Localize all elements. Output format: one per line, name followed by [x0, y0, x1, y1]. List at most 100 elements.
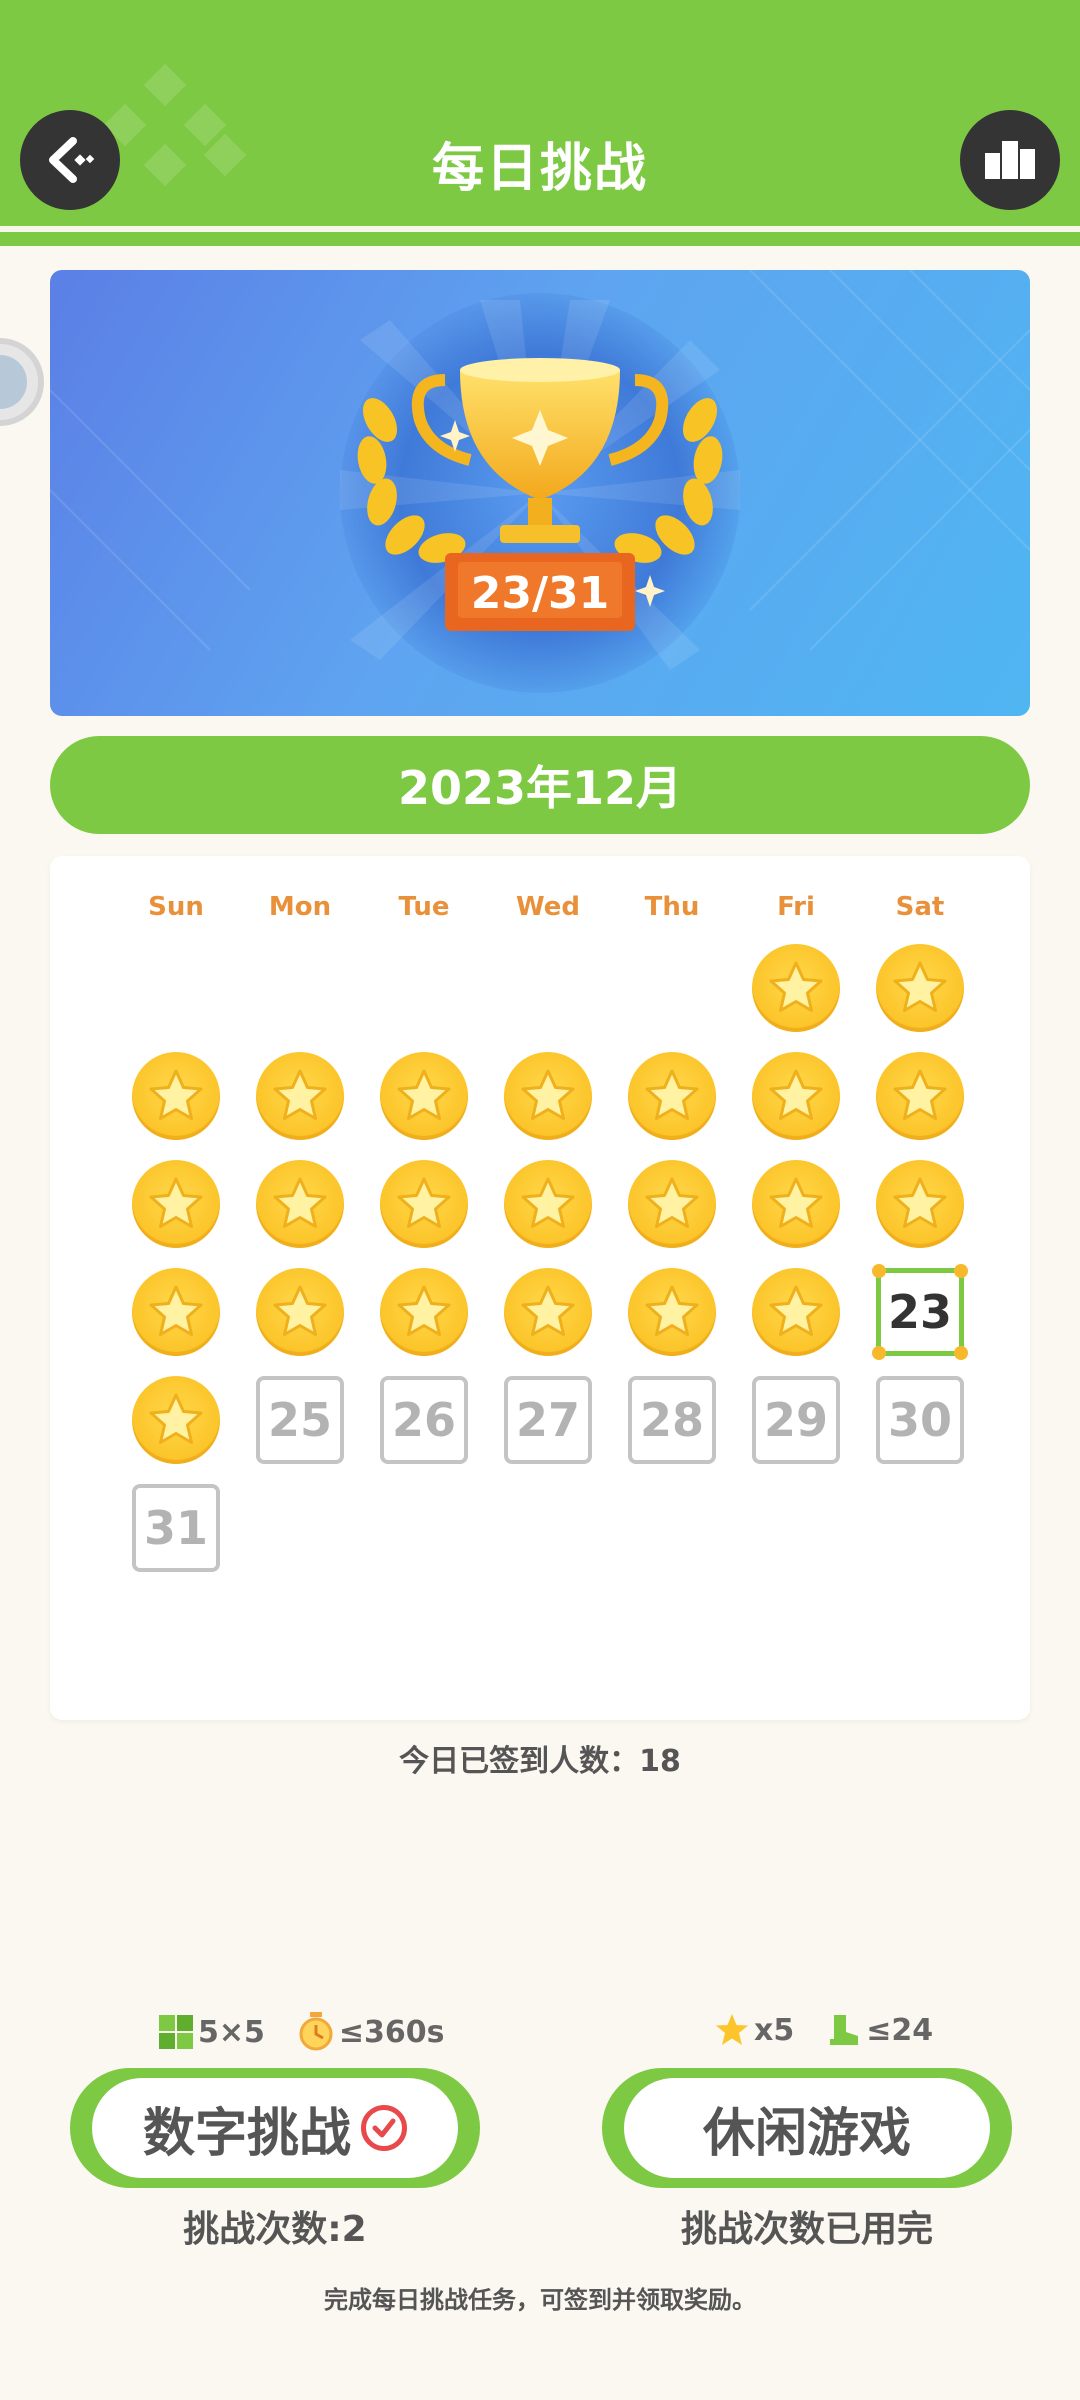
weekday-mon: Mon — [268, 892, 332, 922]
banner-art: 23/31 — [50, 270, 1030, 693]
calendar-day-21[interactable] — [628, 1268, 716, 1356]
weekday-thu: Thu — [644, 892, 700, 922]
star-coin-icon — [132, 1268, 220, 1356]
casual-game-label: 休闲游戏 — [702, 2103, 911, 2164]
day-number: 29 — [752, 1376, 840, 1464]
weekday-wed: Wed — [516, 892, 580, 922]
calendar-day-4[interactable] — [256, 1052, 344, 1140]
star-coin-icon — [504, 1160, 592, 1248]
star-coin-icon — [504, 1268, 592, 1356]
weekday-fri: Fri — [777, 892, 815, 922]
calendar-grid: Sun Mon Tue Wed Thu Fri Sat 23 25 26 27 28 29 30 31 — [50, 856, 1030, 1720]
check-circle-icon — [361, 2105, 407, 2151]
star-coin-icon — [132, 1376, 220, 1464]
star-coin-icon — [876, 1052, 964, 1140]
star-coin-icon — [256, 1052, 344, 1140]
calendar-day-28[interactable]: 28 — [628, 1376, 716, 1464]
month-label: 2023年12月 — [50, 736, 1030, 834]
steps-limit-text: ≤24 — [866, 2012, 934, 2048]
calendar-day-23[interactable]: 23 — [872, 1264, 968, 1360]
grid-icon — [159, 2015, 193, 2049]
calendar-day-9[interactable] — [876, 1052, 964, 1140]
calendar-day-25[interactable]: 25 — [256, 1376, 344, 1464]
calendar-day-11[interactable] — [256, 1160, 344, 1248]
floating-sleep-button[interactable] — [0, 338, 44, 426]
calendar-day-13[interactable] — [504, 1160, 592, 1248]
day-number: 25 — [256, 1376, 344, 1464]
star-count-text: x5 — [754, 2012, 795, 2048]
calendar-day-14[interactable] — [628, 1160, 716, 1248]
calendar-day-12[interactable] — [380, 1160, 468, 1248]
calendar-day-8[interactable] — [752, 1052, 840, 1140]
digit-challenge-button[interactable]: 数字挑战 — [70, 2068, 480, 2188]
star-coin-icon — [628, 1268, 716, 1356]
header-bar — [0, 0, 1080, 238]
day-number: 30 — [876, 1376, 964, 1464]
star-coin-icon — [380, 1160, 468, 1248]
weekday-tue: Tue — [398, 892, 450, 922]
trophy-banner: 23/31 — [50, 270, 1030, 716]
calendar-day-24[interactable] — [132, 1376, 220, 1464]
calendar-day-2[interactable] — [876, 944, 964, 1032]
star-icon — [716, 2014, 748, 2045]
calendar-day-31[interactable]: 31 — [132, 1484, 220, 1572]
star-coin-icon — [380, 1052, 468, 1140]
challenge-requirements-casual: x5 ≤24 — [714, 2012, 959, 2048]
leaderboard-button[interactable] — [960, 110, 1060, 210]
star-coin-icon — [504, 1052, 592, 1140]
calendar-day-15[interactable] — [752, 1160, 840, 1248]
day-number: 27 — [504, 1376, 592, 1464]
digit-attempts-text: 挑战次数:2 — [183, 2209, 367, 2250]
calendar-day-7[interactable] — [628, 1052, 716, 1140]
boot-icon — [830, 2015, 859, 2045]
weekday-sun: Sun — [148, 892, 204, 922]
star-coin-icon — [752, 944, 840, 1032]
zz-icon — [0, 355, 27, 409]
star-coin-icon — [752, 1268, 840, 1356]
calendar-day-10[interactable] — [132, 1160, 220, 1248]
calendar-day-5[interactable] — [380, 1052, 468, 1140]
podium-icon — [985, 141, 1035, 179]
decor-pattern — [143, 63, 187, 107]
calendar-day-18[interactable] — [256, 1268, 344, 1356]
star-coin-icon — [752, 1052, 840, 1140]
challenge-requirements-digit: 5×5 ≤360s — [158, 2012, 471, 2052]
star-coin-icon — [876, 1160, 964, 1248]
timer-icon — [299, 2012, 333, 2051]
calendar-day-16[interactable] — [876, 1160, 964, 1248]
calendar-day-27[interactable]: 27 — [504, 1376, 592, 1464]
star-coin-icon — [752, 1160, 840, 1248]
today-marker: 23 — [872, 1264, 968, 1360]
star-coin-icon — [256, 1160, 344, 1248]
calendar-day-19[interactable] — [380, 1268, 468, 1356]
calendar-day-26[interactable]: 26 — [380, 1376, 468, 1464]
calendar-day-1[interactable] — [752, 944, 840, 1032]
calendar-day-30[interactable]: 30 — [876, 1376, 964, 1464]
calendar-day-3[interactable] — [132, 1052, 220, 1140]
page-title: 每日挑战 — [431, 139, 648, 199]
day-number: 28 — [628, 1376, 716, 1464]
calendar-day-17[interactable] — [132, 1268, 220, 1356]
casual-game-button[interactable]: 休闲游戏 — [602, 2068, 1012, 2188]
calendar-day-29[interactable]: 29 — [752, 1376, 840, 1464]
calendar-day-20[interactable] — [504, 1268, 592, 1356]
star-coin-icon — [132, 1160, 220, 1248]
star-coin-icon — [876, 944, 964, 1032]
casual-attempts-text: 挑战次数已用完 — [680, 2209, 933, 2250]
calendar-day-6[interactable] — [504, 1052, 592, 1140]
star-coin-icon — [380, 1268, 468, 1356]
header-stripe — [0, 232, 1080, 246]
weekday-sat: Sat — [895, 892, 945, 922]
signed-count: 今日已签到人数：18 — [399, 1744, 681, 1779]
star-coin-icon — [628, 1052, 716, 1140]
star-coin-icon — [256, 1268, 344, 1356]
day-number: 26 — [380, 1376, 468, 1464]
time-limit-text: ≤360s — [338, 2014, 445, 2050]
footer-note: 完成每日挑战任务，可签到并领取奖励。 — [324, 2286, 756, 2314]
star-coin-icon — [628, 1160, 716, 1248]
day-number: 31 — [132, 1484, 220, 1572]
calendar-day-22[interactable] — [752, 1268, 840, 1356]
progress-label: 23/31 — [471, 568, 610, 619]
star-coin-icon — [132, 1052, 220, 1140]
digit-challenge-label: 数字挑战 — [142, 2103, 351, 2164]
